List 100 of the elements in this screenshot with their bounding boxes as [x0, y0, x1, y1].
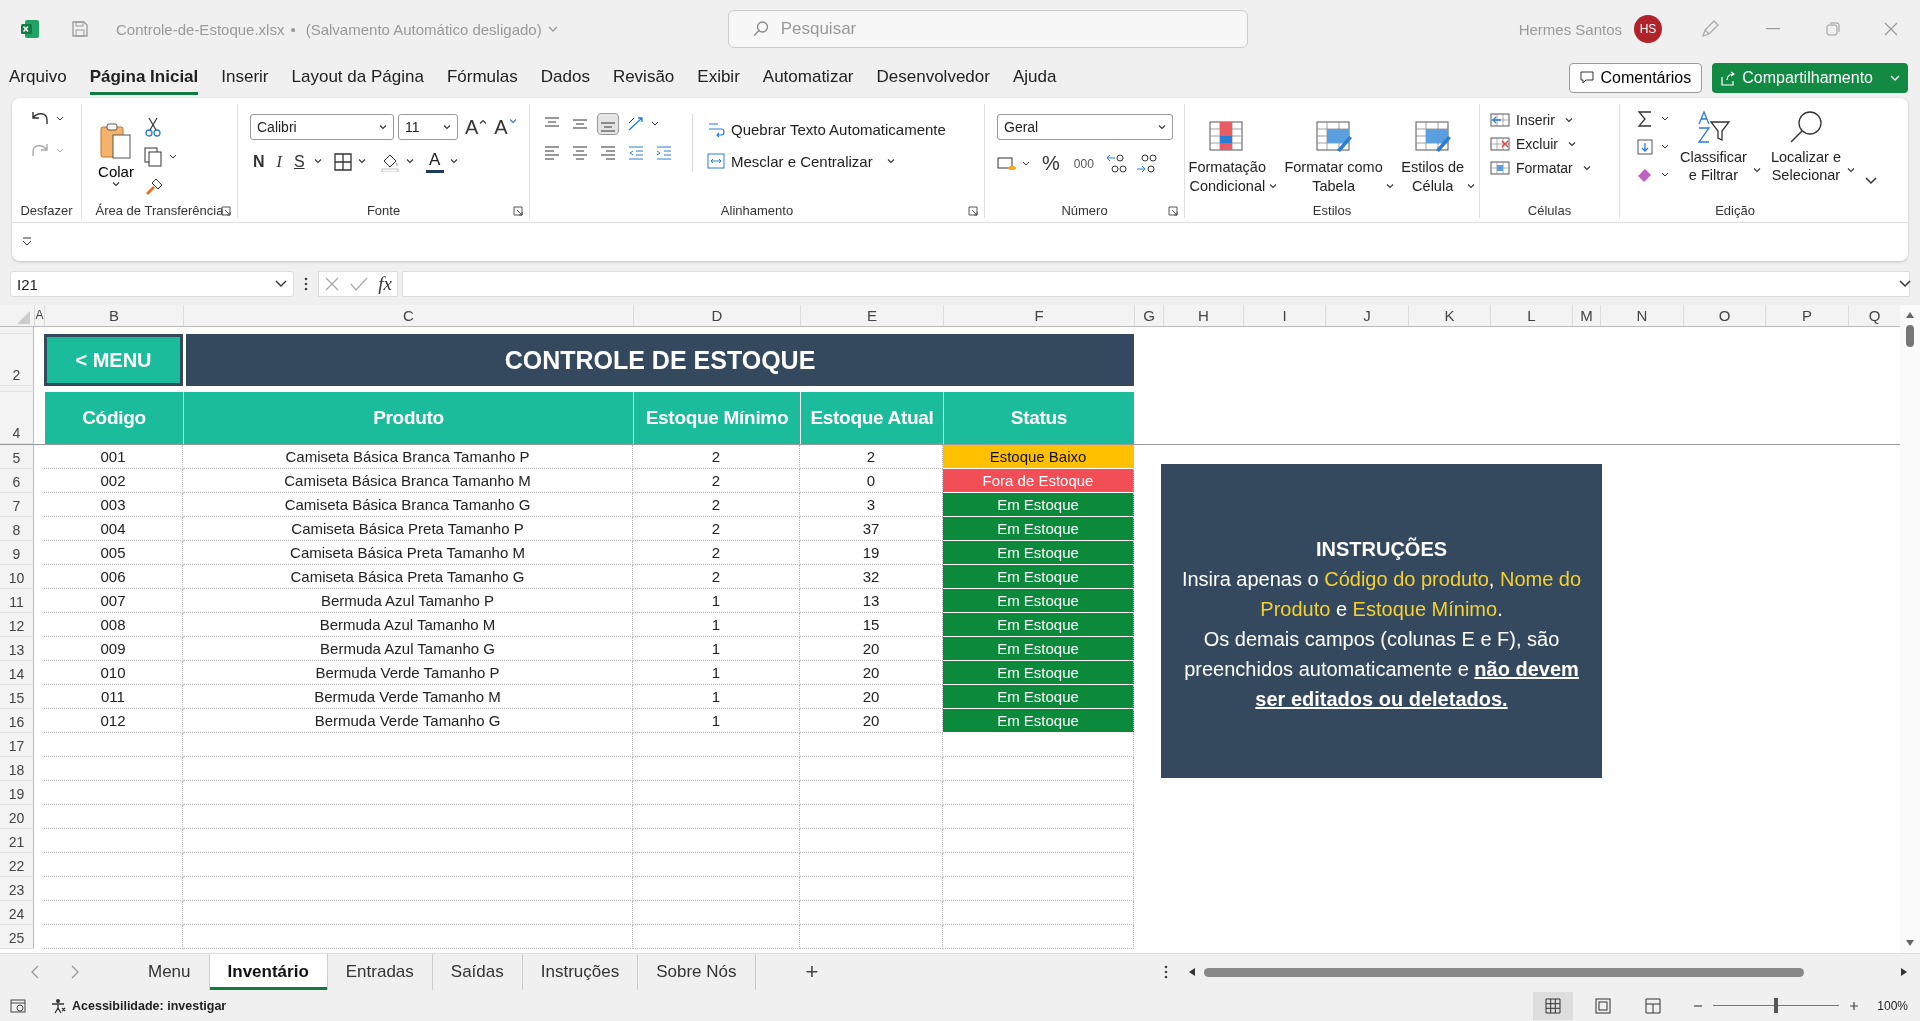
scroll-up-icon[interactable]: [1905, 311, 1915, 319]
ribbon-tab[interactable]: Fórmulas: [446, 61, 518, 95]
empty-cell[interactable]: [633, 781, 800, 805]
insert-cells-button[interactable]: Inserir: [1490, 110, 1555, 130]
empty-cell[interactable]: [44, 853, 183, 877]
insert-function-button[interactable]: fx: [378, 273, 392, 295]
empty-cell[interactable]: [943, 925, 1134, 949]
column-header[interactable]: J: [1325, 305, 1408, 326]
column-header[interactable]: N: [1600, 305, 1683, 326]
caret-icon[interactable]: [449, 159, 458, 164]
wrap-text-button[interactable]: Quebrar Texto Automaticamente: [707, 118, 946, 140]
row-header[interactable]: 16: [0, 709, 34, 733]
ribbon-tab[interactable]: Arquivo: [9, 61, 67, 95]
number-format-dropdown[interactable]: Geral: [997, 114, 1173, 140]
row-header[interactable]: 18: [0, 757, 34, 781]
accessibility-status[interactable]: Acessibilidade: investigar: [72, 998, 227, 1013]
empty-cell[interactable]: [183, 733, 633, 757]
check-icon[interactable]: [350, 276, 369, 292]
vertical-scrollbar[interactable]: [1900, 305, 1920, 953]
empty-cell[interactable]: [183, 829, 633, 853]
empty-cell[interactable]: [183, 757, 633, 781]
ribbon-tab[interactable]: Inserir: [221, 61, 269, 95]
chevron-down-icon[interactable]: [1864, 176, 1878, 186]
column-header[interactable]: O: [1683, 305, 1765, 326]
row-header[interactable]: 19: [0, 781, 34, 805]
thousands-separator-button[interactable]: 000: [1070, 156, 1097, 171]
accessibility-icon[interactable]: [50, 997, 66, 1014]
empty-cell[interactable]: [800, 829, 943, 853]
caret-icon[interactable]: [1386, 184, 1394, 189]
zoom-slider-thumb[interactable]: [1774, 998, 1779, 1013]
chevron-right-icon[interactable]: [70, 965, 80, 979]
row-header[interactable]: 11: [0, 589, 34, 613]
row-header[interactable]: 13: [0, 637, 34, 661]
row-header[interactable]: 4: [0, 392, 34, 444]
empty-cell[interactable]: [943, 781, 1134, 805]
caret-icon[interactable]: [1568, 141, 1576, 147]
zoom-in-icon[interactable]: [1849, 1000, 1860, 1011]
empty-cell[interactable]: [943, 805, 1134, 829]
quick-access-icon[interactable]: [22, 237, 32, 247]
caret-icon[interactable]: [1269, 184, 1278, 189]
empty-cell[interactable]: [633, 733, 800, 757]
ribbon-tab[interactable]: Exibir: [697, 61, 740, 95]
column-header[interactable]: K: [1408, 305, 1490, 326]
row-header[interactable]: 15: [0, 685, 34, 709]
column-header[interactable]: F: [943, 305, 1134, 326]
empty-cell[interactable]: [800, 853, 943, 877]
save-icon[interactable]: [70, 19, 90, 39]
row-header[interactable]: 10: [0, 565, 34, 589]
empty-cell[interactable]: [633, 757, 800, 781]
format-cells-button[interactable]: Formatar: [1490, 158, 1573, 178]
column-header[interactable]: L: [1490, 305, 1572, 326]
format-painter-icon[interactable]: [144, 176, 164, 197]
empty-cell[interactable]: [800, 781, 943, 805]
empty-cell[interactable]: [800, 733, 943, 757]
scrollbar-thumb[interactable]: [1906, 325, 1914, 347]
sort-filter-button[interactable]: Classificar e Filtrar: [1680, 110, 1747, 185]
column-header[interactable]: A: [34, 305, 44, 326]
find-select-button[interactable]: Localizar e Selecionar: [1770, 110, 1841, 185]
paste-button[interactable]: Colar: [96, 116, 136, 191]
row-header[interactable]: 22: [0, 853, 34, 877]
ribbon-tab[interactable]: Revisão: [612, 61, 675, 95]
empty-cell[interactable]: [943, 877, 1134, 901]
styles-button[interactable]: Formatação Condicional: [1188, 120, 1266, 195]
ribbon-tab[interactable]: Ajuda: [1012, 61, 1057, 95]
empty-cell[interactable]: [800, 757, 943, 781]
normal-view-icon[interactable]: [1533, 991, 1574, 1020]
more-icon[interactable]: [304, 277, 308, 291]
align-bottom-icon[interactable]: [598, 114, 618, 134]
more-icon[interactable]: [1164, 965, 1168, 979]
empty-cell[interactable]: [943, 901, 1134, 925]
caret-icon[interactable]: [357, 159, 366, 164]
empty-cell[interactable]: [633, 853, 800, 877]
caret-icon[interactable]: [886, 158, 895, 164]
caret-icon[interactable]: [1582, 165, 1591, 171]
empty-cell[interactable]: [183, 781, 633, 805]
merge-center-button[interactable]: Mesclar e Centralizar: [707, 150, 873, 172]
dialog-launcher-icon[interactable]: [1168, 205, 1178, 216]
row-header[interactable]: 12: [0, 613, 34, 637]
row-header[interactable]: 20: [0, 805, 34, 829]
ribbon-tab[interactable]: Desenvolvedor: [876, 61, 990, 95]
empty-cell[interactable]: [943, 829, 1134, 853]
empty-cell[interactable]: [44, 829, 183, 853]
empty-cell[interactable]: [943, 757, 1134, 781]
styles-button[interactable]: Estilos de Célula: [1401, 120, 1465, 195]
scroll-down-icon[interactable]: [1905, 939, 1915, 947]
sheet-tab[interactable]: Inventário: [209, 954, 328, 990]
column-header[interactable]: C: [183, 305, 633, 326]
row-header[interactable]: 21: [0, 829, 34, 853]
row-header[interactable]: 7: [0, 493, 34, 517]
row-header[interactable]: [0, 327, 34, 334]
column-header[interactable]: D: [633, 305, 800, 326]
percent-button[interactable]: %: [1039, 152, 1063, 175]
empty-cell[interactable]: [633, 829, 800, 853]
italic-button[interactable]: I: [273, 152, 285, 171]
ribbon-tab[interactable]: Página Inicial: [89, 61, 199, 95]
zoom-level[interactable]: 100%: [1877, 998, 1908, 1013]
increase-decimal-icon[interactable]: [1134, 152, 1157, 175]
caret-icon[interactable]: [405, 159, 414, 164]
empty-cell[interactable]: [183, 805, 633, 829]
scroll-right-icon[interactable]: [1900, 967, 1908, 977]
